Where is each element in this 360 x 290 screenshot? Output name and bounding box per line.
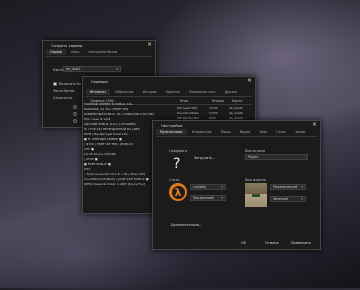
list-item[interactable]: СНГ ■ (84, 147, 94, 151)
model-bottom-value: Зеленый (273, 197, 288, 201)
model-bottom-select[interactable]: Зеленый (270, 196, 306, 202)
row-game: [Потный VIP] (177, 105, 198, 110)
bots-count-label: Число ботов (53, 89, 75, 93)
tab-friends[interactable]: Друзья (221, 89, 241, 95)
question-mark-icon: ? (173, 156, 181, 172)
window-title: Настройки (161, 123, 183, 128)
tab-mouse[interactable]: Мышь (217, 129, 235, 135)
window-title: Создать сервер (51, 43, 83, 48)
lambda-logo-icon: λ (169, 183, 187, 201)
cancel-button[interactable]: Отмена (263, 240, 281, 246)
list-item[interactable]: | ★★★ | FREE VIP TEN | [PUBLIC] (84, 142, 133, 146)
row-players: 6/32 (209, 115, 216, 120)
options-tabs: Мультиплеер Клавиатура Мышь Видео Звук Г… (156, 129, 317, 137)
list-item[interactable]: ЛАМНЫЙ СЕРВЕР ★ PUBLIC 18+ (84, 102, 133, 106)
player-name-label: Имя игрока (245, 149, 265, 153)
list-item[interactable]: [ZPS] Classical Public 4 ANTI [Kreny Fun… (84, 182, 145, 186)
list-item[interactable]: #VIP | Бесфатный Клей 18+ (84, 132, 128, 136)
advanced-button[interactable]: Дополнительно... (169, 222, 204, 228)
difficulty-radio-2[interactable] (73, 112, 77, 116)
model-label: Вид модели (245, 178, 266, 182)
map-dropdown[interactable]: de_dust2 (63, 66, 121, 72)
player-name-value: Player (248, 155, 258, 159)
list-item[interactable]: PARADISE_CS 18+ [FREE VIP] (84, 107, 128, 111)
row-map: de_dust2 (229, 110, 243, 115)
list-item[interactable]: Ф. [TOP-16] ЛЕГЕНДАРНЫЙ RU [ДЕР (84, 127, 140, 131)
list-item[interactable]: CountTer[CS PUBLIC] | JUMP 24/F PUBLIC ■ (84, 177, 149, 181)
spray-color-select[interactable]: Прозрачный (190, 195, 226, 201)
server-table: [Потный VIP] 12/32 de_dust2 Counter-Stri… (177, 105, 252, 121)
tab-video[interactable]: Видео (236, 129, 254, 135)
options-window: Настройки × Мультиплеер Клавиатура Мышь … (152, 120, 321, 250)
list-item[interactable]: Про тоны ★ vip★ (84, 117, 111, 121)
tab-voice[interactable]: Голос (272, 129, 290, 135)
window-title: Сервера (91, 79, 108, 84)
difficulty-label: Сложность (53, 96, 73, 100)
tab-lock[interactable]: Замок (291, 129, 309, 135)
close-icon[interactable]: × (247, 77, 252, 85)
tab-lan[interactable]: Локальная сеть (185, 89, 220, 95)
map-label: Карта (53, 68, 64, 72)
tab-multiplayer[interactable]: Мультиплеер (156, 129, 187, 135)
spray-import-button[interactable]: Загрузить... (192, 155, 217, 161)
tab-game[interactable]: Игра (67, 49, 83, 55)
row-game: VIP Paintochtd (177, 115, 199, 120)
row-players: 12/32 (209, 105, 218, 110)
spray-color-value: Прозрачный (193, 196, 214, 200)
spray-select-value: Lambda (193, 185, 206, 189)
list-item[interactable]: [1] Mr.Sil pro+STORE (84, 152, 116, 156)
tab-audio[interactable]: Звук (256, 129, 272, 135)
col-header-players[interactable]: Игроки (212, 99, 224, 103)
tab-history[interactable]: История (139, 89, 161, 95)
tab-server[interactable]: Сервер (46, 49, 67, 55)
list-item[interactable]: [SF] (84, 167, 90, 171)
tab-bots[interactable]: Настройки ботов (84, 49, 121, 55)
close-icon[interactable]: × (147, 41, 152, 49)
model-figure (252, 194, 260, 197)
difficulty-radio-3[interactable] (73, 119, 77, 123)
list-item[interactable]: АДСКИЙ PUBLIC [18+] [ЛУЧШИЙ] (84, 122, 136, 126)
tab-keyboard[interactable]: Клавиатура (188, 129, 216, 135)
list-item[interactable]: | STOP ■ (84, 157, 98, 161)
difficulty-radio-1[interactable] (73, 105, 77, 109)
server-browser-titlebar[interactable]: Сервера × (83, 77, 255, 86)
row-game: Counter-Strike (177, 110, 199, 115)
list-item[interactable]: РАБИНЕНЫЙ PUBLIC 18+ СИМОСОВ СТАСТИС (84, 112, 154, 116)
apply-button[interactable]: Применить (289, 240, 313, 246)
ok-button[interactable]: ОК (239, 240, 248, 246)
spray-select[interactable]: Lambda (190, 184, 226, 190)
row-players: 17/32 (209, 110, 218, 115)
row-map: de_dust2 (229, 115, 243, 120)
row-map: de_dust2 (229, 105, 243, 110)
col-header-map[interactable]: Карта (232, 99, 242, 103)
bots-checkbox[interactable] (53, 82, 57, 86)
list-item[interactable]: • Классический CS 1.6 • 18+ [Free VIP] (84, 172, 145, 176)
spray-label: Граффити (169, 149, 187, 153)
list-item[interactable]: ■ FL НЕЙНЫЙ СЕРВЕР ■ (84, 137, 122, 141)
player-name-input[interactable]: Player (245, 154, 308, 160)
bots-checkbox-label: Включить бо (59, 82, 82, 86)
col-header-game[interactable]: Игра (180, 99, 188, 103)
list-item[interactable]: ■ FREE PUBLIC ■ (84, 162, 111, 166)
tab-internet[interactable]: Интернет (86, 89, 111, 95)
map-value: de_dust2 (66, 67, 81, 71)
close-icon[interactable]: × (312, 121, 317, 129)
server-name-list: ЛАМНЫЙ СЕРВЕР ★ PUBLIC 18+ PARADISE_CS 1… (84, 102, 158, 188)
tab-spectate[interactable]: Зрители (162, 89, 184, 95)
spray-style-label: Стиль (169, 178, 180, 182)
lambda-glyph-icon: λ (171, 185, 185, 199)
model-preview-image (245, 183, 267, 207)
create-server-tabs: Сервер Игра Настройки ботов (46, 49, 152, 57)
model-top-select[interactable]: Механический (270, 184, 306, 190)
model-top-value: Механический (273, 185, 298, 189)
server-browser-tabs: Интернет Избранное История Зрители Локал… (86, 89, 252, 97)
tab-favorites[interactable]: Избранное (111, 89, 137, 95)
